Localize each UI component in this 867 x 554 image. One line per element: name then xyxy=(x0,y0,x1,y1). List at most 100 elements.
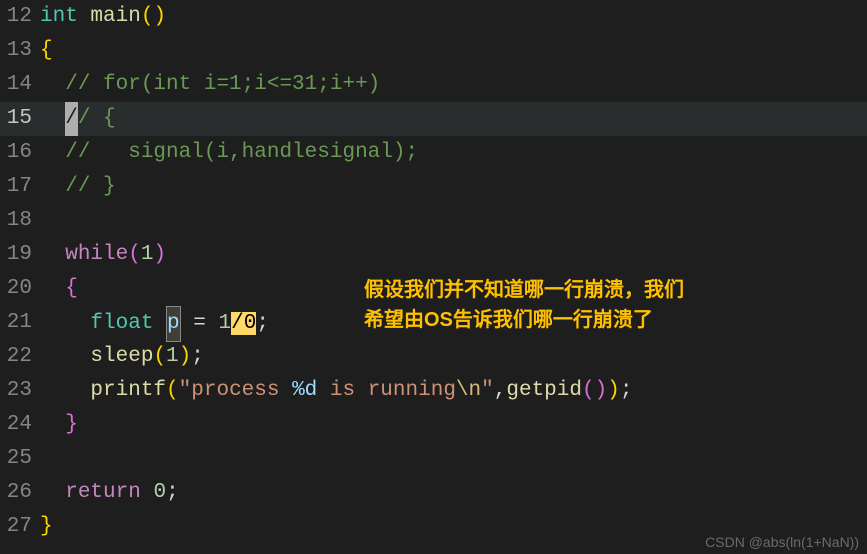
line-number: 23 xyxy=(0,374,40,408)
number-literal: 1 xyxy=(166,345,179,368)
code-content[interactable]: // for(int i=1;i<=31;i++) xyxy=(40,68,867,102)
semicolon: ; xyxy=(620,379,633,402)
code-content[interactable] xyxy=(40,442,867,476)
line-number: 24 xyxy=(0,408,40,442)
brace: } xyxy=(65,413,78,436)
indent xyxy=(40,175,65,198)
line-number: 15 xyxy=(0,102,40,136)
code-content[interactable]: while(1) xyxy=(40,238,867,272)
paren-open: ( xyxy=(153,345,166,368)
code-content[interactable]: int main() xyxy=(40,0,867,34)
function-call: printf xyxy=(90,379,166,402)
line-number: 22 xyxy=(0,340,40,374)
line-number: 14 xyxy=(0,68,40,102)
code-line[interactable]: 12 int main() xyxy=(0,0,867,34)
comment: // for(int i=1;i<=31;i++) xyxy=(65,73,380,96)
string-literal: " xyxy=(481,379,494,402)
indent xyxy=(40,379,90,402)
code-line[interactable]: 23 printf("process %d is running\n",getp… xyxy=(0,374,867,408)
type-keyword: float xyxy=(90,312,153,335)
code-line[interactable]: 19 while(1) xyxy=(0,238,867,272)
line-number: 20 xyxy=(0,272,40,306)
code-content[interactable]: printf("process %d is running\n",getpid(… xyxy=(40,374,867,408)
escape-sequence: \n xyxy=(456,379,481,402)
code-content[interactable]: // } xyxy=(40,170,867,204)
highlighted-zero: 0 xyxy=(244,312,257,335)
comment: // signal(i,handlesignal); xyxy=(65,141,418,164)
paren-open: ( xyxy=(166,379,179,402)
code-content[interactable] xyxy=(40,204,867,238)
comment: / { xyxy=(78,107,116,130)
annotation-overlay: 假设我们并不知道哪一行崩溃，我们 希望由OS告诉我们哪一行崩溃了 xyxy=(364,275,684,335)
code-line[interactable]: 26 return 0; xyxy=(0,476,867,510)
code-content[interactable]: return 0; xyxy=(40,476,867,510)
comment: // } xyxy=(65,175,115,198)
space xyxy=(78,5,91,28)
code-line[interactable]: 24 } xyxy=(0,408,867,442)
paren-close: ) xyxy=(179,345,192,368)
indent xyxy=(40,413,65,436)
number-literal: 1 xyxy=(218,312,231,335)
operator: = xyxy=(193,312,206,335)
code-line[interactable]: 16 // signal(i,handlesignal); xyxy=(0,136,867,170)
semicolon: ; xyxy=(191,345,204,368)
indent xyxy=(40,243,65,266)
line-number: 19 xyxy=(0,238,40,272)
code-content[interactable]: { xyxy=(40,34,867,68)
code-line[interactable]: 13 { xyxy=(0,34,867,68)
space xyxy=(141,481,154,504)
space xyxy=(153,312,166,335)
line-number: 16 xyxy=(0,136,40,170)
comma: , xyxy=(494,379,507,402)
keyword-while: while xyxy=(65,243,128,266)
parentheses: () xyxy=(141,5,166,28)
code-content[interactable]: // signal(i,handlesignal); xyxy=(40,136,867,170)
line-number: 13 xyxy=(0,34,40,68)
number-literal: 0 xyxy=(153,481,166,504)
line-number: 17 xyxy=(0,170,40,204)
brace: { xyxy=(65,277,78,300)
brace: } xyxy=(40,515,53,538)
string-literal: is running xyxy=(317,379,456,402)
code-line[interactable]: 18 xyxy=(0,204,867,238)
indent xyxy=(40,277,65,300)
paren-open: ( xyxy=(582,379,595,402)
variable-highlighted: p xyxy=(166,306,181,342)
string-literal: "process xyxy=(179,379,292,402)
line-number: 21 xyxy=(0,306,40,340)
type-keyword: int xyxy=(40,5,78,28)
watermark: CSDN @abs(ln(1+NaN)) xyxy=(705,534,859,550)
paren-close: ) xyxy=(595,379,608,402)
space xyxy=(206,312,219,335)
indent xyxy=(40,345,90,368)
annotation-line-2: 希望由OS告诉我们哪一行崩溃了 xyxy=(364,305,684,335)
brace: { xyxy=(40,39,53,62)
line-number: 12 xyxy=(0,0,40,34)
code-line[interactable]: 17 // } xyxy=(0,170,867,204)
text-cursor: / xyxy=(65,102,78,136)
line-number: 26 xyxy=(0,476,40,510)
indent xyxy=(40,312,90,335)
code-content[interactable]: // { xyxy=(40,102,867,136)
function-call: sleep xyxy=(90,345,153,368)
indent xyxy=(40,73,65,96)
code-line-current[interactable]: 15 // { xyxy=(0,102,867,136)
code-line[interactable]: 25 xyxy=(0,442,867,476)
paren-open: ( xyxy=(128,243,141,266)
highlighted-div: / xyxy=(231,312,244,335)
line-number: 27 xyxy=(0,510,40,544)
paren-close: ) xyxy=(153,243,166,266)
number-literal: 1 xyxy=(141,243,154,266)
indent xyxy=(40,141,65,164)
code-line[interactable]: 22 sleep(1); xyxy=(0,340,867,374)
keyword-return: return xyxy=(65,481,141,504)
indent xyxy=(40,107,65,130)
code-line[interactable]: 14 // for(int i=1;i<=31;i++) xyxy=(0,68,867,102)
paren-close: ) xyxy=(607,379,620,402)
code-content[interactable]: sleep(1); xyxy=(40,340,867,374)
function-call: getpid xyxy=(506,379,582,402)
space xyxy=(181,312,194,335)
code-content[interactable]: } xyxy=(40,408,867,442)
line-number: 18 xyxy=(0,204,40,238)
format-specifier: %d xyxy=(292,379,317,402)
